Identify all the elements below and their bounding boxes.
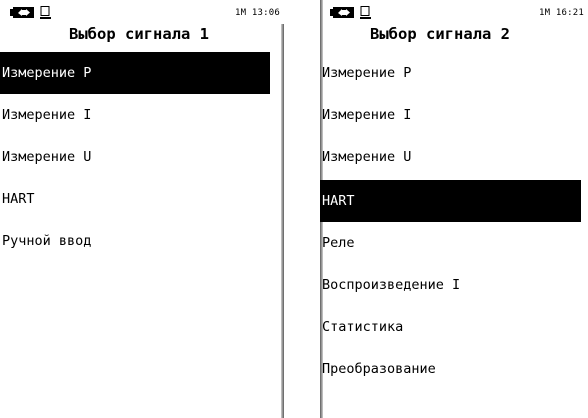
menu-item-measure-u[interactable]: Измерение U <box>320 136 581 178</box>
pc-connection-icon <box>40 6 51 19</box>
menu-item-manual-input[interactable]: Ручной ввод <box>0 220 270 262</box>
menu-item-hart[interactable]: HART <box>320 180 581 222</box>
battery-icon <box>330 7 354 18</box>
menu-item-measure-p[interactable]: Измерение P <box>0 52 270 94</box>
menu-item-reproduce-i[interactable]: Воспроизведение I <box>320 264 581 306</box>
menu-item-relay[interactable]: Реле <box>320 222 581 264</box>
screen-border <box>281 24 284 418</box>
menu-item-measure-i[interactable]: Измерение I <box>320 94 581 136</box>
menu-item-measure-p[interactable]: Измерение P <box>320 52 581 94</box>
status-bar: 1M 13:06 <box>10 6 280 20</box>
menu-item-conversion[interactable]: Преобразование <box>320 348 581 390</box>
status-bar: 1M 16:21 <box>330 6 584 20</box>
signal-select-screen-1: 1M 13:06 Выбор сигнала 1 Измерение P Изм… <box>0 0 284 418</box>
page-title: Выбор сигнала 1 <box>69 25 209 43</box>
menu-item-measure-i[interactable]: Измерение I <box>0 94 270 136</box>
battery-icon <box>10 7 34 18</box>
status-time: 1M 16:21 <box>539 8 584 18</box>
signal-select-screen-2: 1M 16:21 Выбор сигнала 2 Измерение P Изм… <box>320 0 588 418</box>
menu-item-hart[interactable]: HART <box>0 178 270 220</box>
page-title: Выбор сигнала 2 <box>370 25 510 43</box>
status-time: 1M 13:06 <box>235 8 280 18</box>
menu-item-measure-u[interactable]: Измерение U <box>0 136 270 178</box>
menu-item-statistics[interactable]: Статистика <box>320 306 581 348</box>
pc-connection-icon <box>360 6 371 19</box>
